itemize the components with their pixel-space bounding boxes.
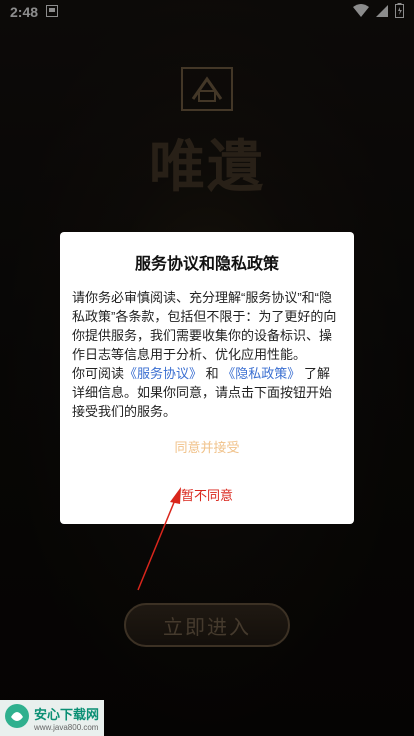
watermark: 安心下载网 www.java800.com (0, 700, 104, 736)
dialog-body: 请你务必审慎阅读、充分理解“服务协议”和“隐私政策”各条款，包括但不限于：为了更… (72, 288, 342, 421)
dialog-read-prefix: 你可阅读 (72, 366, 125, 381)
privacy-dialog: 服务协议和隐私政策 请你务必审慎阅读、充分理解“服务协议”和“隐私政策”各条款，… (60, 232, 354, 524)
dialog-and-text: 和 (205, 366, 219, 381)
dialog-intro-text: 请你务必审慎阅读、充分理解“服务协议”和“隐私政策”各条款，包括但不限于：为了更… (72, 290, 337, 362)
watermark-logo-icon (4, 703, 30, 734)
watermark-url: www.java800.com (34, 723, 99, 732)
dialog-title: 服务协议和隐私政策 (134, 256, 279, 273)
decline-button[interactable]: 暂不同意 (60, 485, 354, 504)
watermark-title: 安心下载网 (34, 707, 100, 722)
service-agreement-link[interactable]: 《服务协议》 (124, 366, 202, 381)
accept-button[interactable]: 同意并接受 (60, 437, 354, 456)
privacy-policy-link[interactable]: 《隐私政策》 (222, 366, 300, 381)
